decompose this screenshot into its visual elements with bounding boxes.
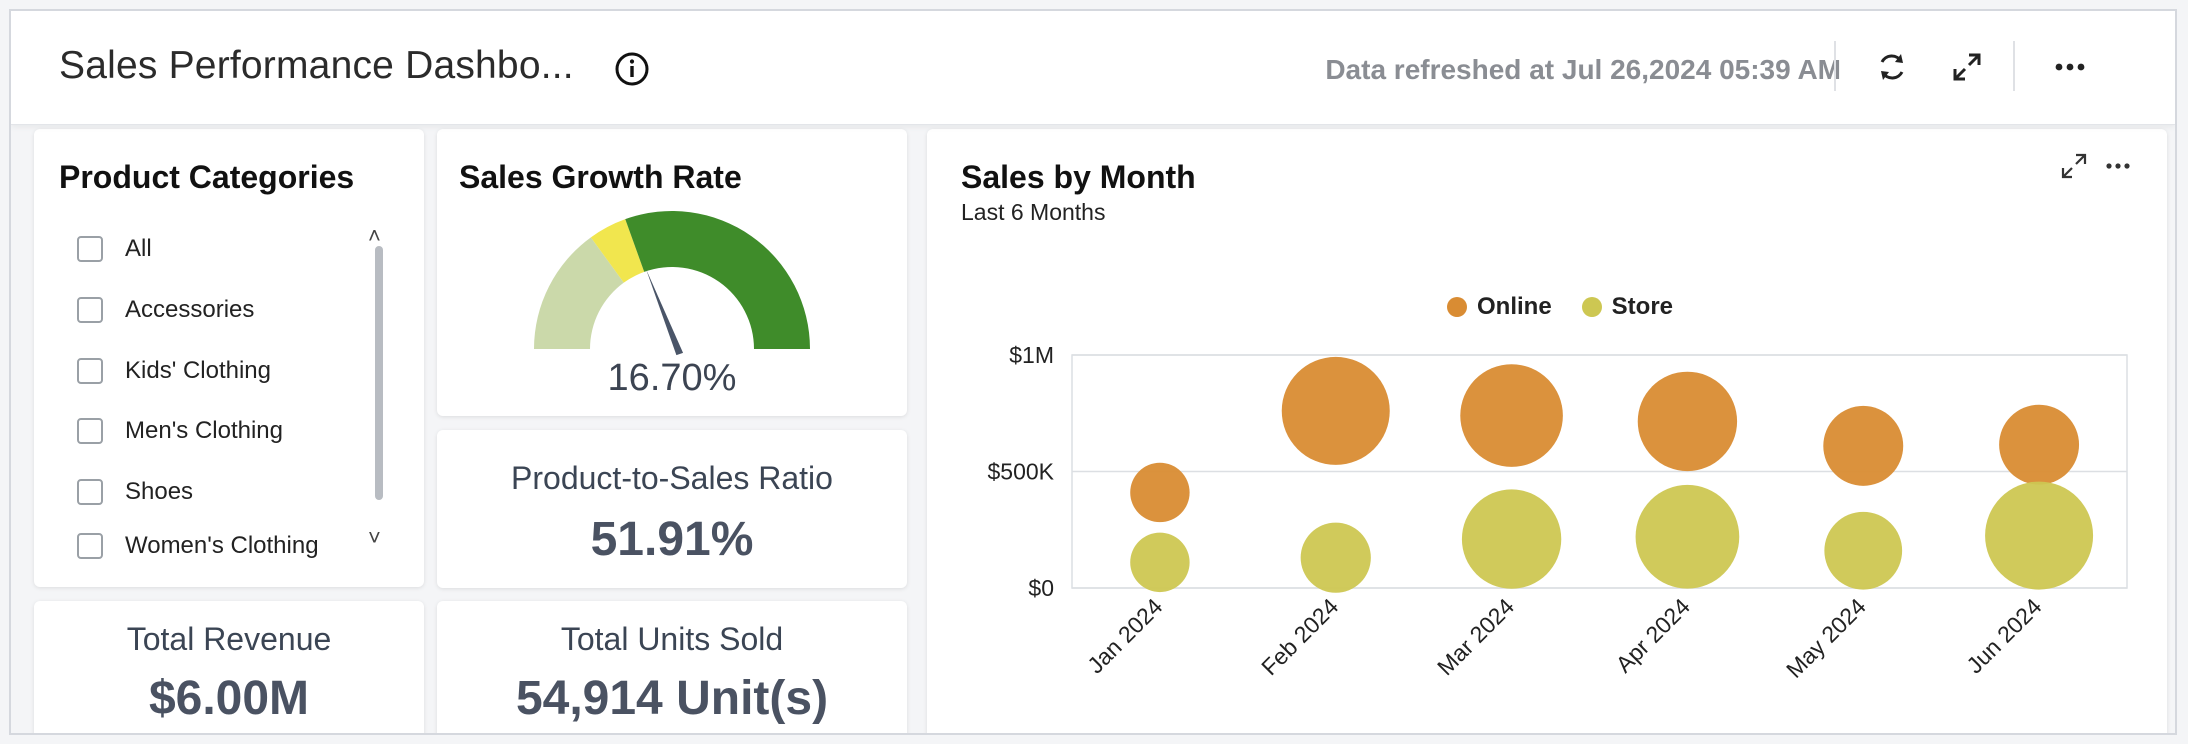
gauge-needle	[646, 269, 684, 356]
dashboard-title: Sales Performance Dashbo...	[59, 44, 574, 87]
category-label: Kids' Clothing	[125, 357, 271, 384]
bubble-online[interactable]	[1130, 462, 1190, 523]
category-label: Women's Clothing	[125, 532, 319, 559]
scrollbar[interactable]	[375, 246, 383, 500]
data-refreshed-timestamp: Data refreshed at Jul 26,2024 05:39 AM	[1325, 54, 1841, 85]
bubble-online[interactable]	[1637, 371, 1738, 472]
ratio-card: Product-to-Sales Ratio 51.91%	[437, 430, 907, 588]
y-tick-label: $1M	[1009, 342, 1054, 368]
dashboard-frame: Sales Performance Dashbo... Data refresh…	[9, 9, 2177, 735]
category-option[interactable]: All	[77, 229, 152, 269]
sales-by-month-card: Sales by Month Last 6 Months Online Stor…	[927, 129, 2167, 733]
x-tick-label: May 2024	[1781, 593, 1871, 683]
checkbox[interactable]	[77, 479, 103, 505]
units-label: Total Units Sold	[560, 621, 784, 657]
info-icon[interactable]	[612, 49, 652, 89]
bubble-store[interactable]	[1985, 481, 2094, 590]
x-tick-label: Jun 2024	[1961, 593, 2046, 678]
bubble-store[interactable]	[1300, 522, 1371, 593]
divider	[2013, 41, 2015, 91]
checkbox[interactable]	[77, 236, 103, 262]
category-option[interactable]: Men's Clothing	[77, 411, 283, 451]
y-tick-label: $500K	[987, 459, 1054, 485]
more-icon[interactable]	[2050, 47, 2090, 87]
bubble-store[interactable]	[1635, 484, 1740, 589]
x-tick-label: Feb 2024	[1256, 593, 1343, 680]
bubble-online[interactable]	[1281, 356, 1390, 465]
category-label: Men's Clothing	[125, 417, 283, 444]
scroll-down-icon[interactable]: ˅	[368, 525, 381, 551]
revenue-label: Total Revenue	[126, 621, 332, 657]
bubble-chart: $0 $500K $1M Jan 2024 Feb 2024 Mar 2024 Apr 20…	[987, 342, 2128, 683]
bubble-store[interactable]	[1461, 489, 1562, 589]
category-option[interactable]: Women's Clothing	[77, 529, 319, 563]
fullscreen-icon[interactable]	[1947, 47, 1987, 87]
category-label: All	[125, 235, 152, 262]
dashboard-header: Sales Performance Dashbo... Data refresh…	[11, 11, 2175, 125]
total-units-card: Total Units Sold 54,914 Unit(s)	[437, 601, 907, 733]
growth-gauge	[534, 211, 810, 356]
x-tick-label: Jan 2024	[1082, 593, 1167, 678]
checkbox[interactable]	[77, 358, 103, 384]
product-categories-title: Product Categories	[59, 159, 355, 195]
units-value: 54,914 Unit(s)	[515, 672, 829, 725]
category-option[interactable]: Kids' Clothing	[77, 351, 271, 391]
ratio-value: 51.91%	[590, 513, 754, 566]
divider	[1834, 41, 1836, 91]
x-tick-label: Mar 2024	[1432, 593, 1519, 680]
category-label: Accessories	[125, 296, 255, 323]
y-tick-label: $0	[1028, 575, 1054, 601]
bubble-online[interactable]	[1460, 364, 1563, 467]
category-option[interactable]: Shoes	[77, 472, 193, 512]
category-option[interactable]: Accessories	[77, 290, 254, 330]
sales-growth-title: Sales Growth Rate	[459, 159, 742, 195]
checkbox[interactable]	[77, 297, 103, 323]
ratio-label: Product-to-Sales Ratio	[511, 460, 833, 496]
gauge-band	[625, 211, 810, 349]
sales-growth-card: Sales Growth Rate 16.70%	[437, 129, 907, 416]
total-revenue-card: Total Revenue $6.00M	[34, 601, 424, 733]
refresh-icon[interactable]	[1872, 47, 1912, 87]
revenue-value: $6.00M	[148, 672, 310, 725]
product-categories-card: Product Categories All Accessories Kids'…	[34, 129, 424, 587]
floating-action-button[interactable]	[2176, 671, 2177, 735]
bubble-online[interactable]	[1999, 404, 2080, 485]
category-label: Shoes	[125, 478, 194, 505]
growth-value: 16.70%	[607, 357, 737, 399]
x-tick-label: Apr 2024	[1611, 593, 1696, 678]
bubble-store[interactable]	[1824, 511, 1903, 590]
bubble-store[interactable]	[1130, 532, 1190, 593]
checkbox[interactable]	[77, 533, 103, 559]
checkbox[interactable]	[77, 418, 103, 444]
bubble-online[interactable]	[1823, 405, 1904, 486]
